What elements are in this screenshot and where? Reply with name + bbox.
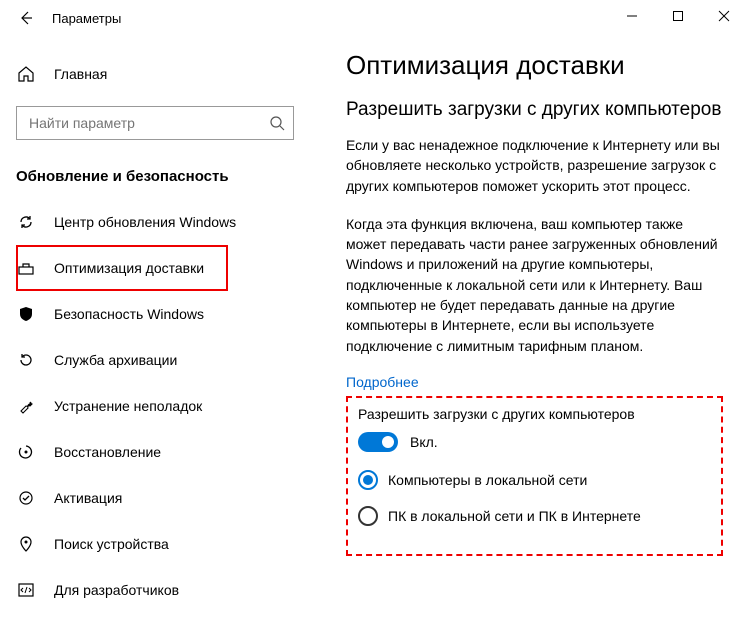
sidebar-item-windows-security[interactable]: Безопасность Windows: [16, 291, 320, 337]
sync-icon: [16, 213, 36, 231]
minimize-button[interactable]: [609, 0, 655, 32]
search-icon: [269, 115, 285, 131]
sidebar-item-label: Поиск устройства: [54, 536, 169, 552]
toggle-state: Вкл.: [410, 434, 438, 450]
maximize-button[interactable]: [655, 0, 701, 32]
sidebar-item-label: Восстановление: [54, 444, 161, 460]
backup-icon: [16, 351, 36, 369]
section-heading: Разрешить загрузки с других компьютеров: [346, 99, 723, 121]
recovery-icon: [16, 443, 36, 461]
sidebar-item-label: Для разработчиков: [54, 582, 179, 598]
sidebar-item-label: Устранение неполадок: [54, 398, 202, 414]
code-icon: [16, 581, 36, 599]
home-icon: [16, 65, 36, 83]
wrench-icon: [16, 397, 36, 415]
sidebar-item-recovery[interactable]: Восстановление: [16, 429, 320, 475]
content-pane: Оптимизация доставки Разрешить загрузки …: [320, 36, 747, 641]
sidebar-item-label: Оптимизация доставки: [54, 260, 204, 276]
home-label: Главная: [54, 66, 107, 82]
learn-more-link[interactable]: Подробнее: [346, 374, 419, 390]
sidebar-item-find-device[interactable]: Поиск устройства: [16, 521, 320, 567]
description-2: Когда эта функция включена, ваш компьюте…: [346, 214, 723, 356]
window-title: Параметры: [52, 11, 121, 26]
sidebar-item-backup[interactable]: Служба архивации: [16, 337, 320, 383]
sidebar-item-windows-update[interactable]: Центр обновления Windows: [16, 199, 320, 245]
delivery-icon: [16, 259, 36, 277]
sidebar-item-activation[interactable]: Активация: [16, 475, 320, 521]
radio-label: Компьютеры в локальной сети: [388, 472, 587, 488]
toggle-label: Разрешить загрузки с других компьютеров: [358, 406, 711, 422]
activation-icon: [16, 489, 36, 507]
sidebar-item-label: Служба архивации: [54, 352, 177, 368]
allow-downloads-toggle[interactable]: [358, 432, 398, 452]
radio-label: ПК в локальной сети и ПК в Интернете: [388, 508, 641, 524]
back-button[interactable]: [10, 2, 42, 34]
sidebar-item-label: Безопасность Windows: [54, 306, 204, 322]
close-button[interactable]: [701, 0, 747, 32]
location-icon: [16, 535, 36, 553]
radio-local-and-internet[interactable]: ПК в локальной сети и ПК в Интернете: [358, 506, 711, 526]
page-title: Оптимизация доставки: [346, 50, 723, 81]
sidebar-nav: Центр обновления Windows Оптимизация дос…: [16, 199, 320, 613]
description-1: Если у вас ненадежное подключение к Инте…: [346, 135, 723, 196]
settings-group: Разрешить загрузки с других компьютеров …: [346, 396, 723, 556]
radio-icon: [358, 470, 378, 490]
sidebar-item-developers[interactable]: Для разработчиков: [16, 567, 320, 613]
sidebar-section: Обновление и безопасность: [16, 168, 320, 185]
home-link[interactable]: Главная: [16, 54, 320, 94]
sidebar-item-troubleshoot[interactable]: Устранение неполадок: [16, 383, 320, 429]
sidebar-item-label: Центр обновления Windows: [54, 214, 236, 230]
search-box[interactable]: [16, 106, 294, 140]
sidebar-item-label: Активация: [54, 490, 122, 506]
titlebar: Параметры: [0, 0, 747, 36]
radio-icon: [358, 506, 378, 526]
sidebar-item-delivery-optimization[interactable]: Оптимизация доставки: [16, 245, 228, 291]
search-input[interactable]: [27, 114, 269, 132]
sidebar: Главная Обновление и безопасность Центр …: [0, 36, 320, 641]
shield-icon: [16, 305, 36, 323]
radio-local-network[interactable]: Компьютеры в локальной сети: [358, 470, 711, 490]
